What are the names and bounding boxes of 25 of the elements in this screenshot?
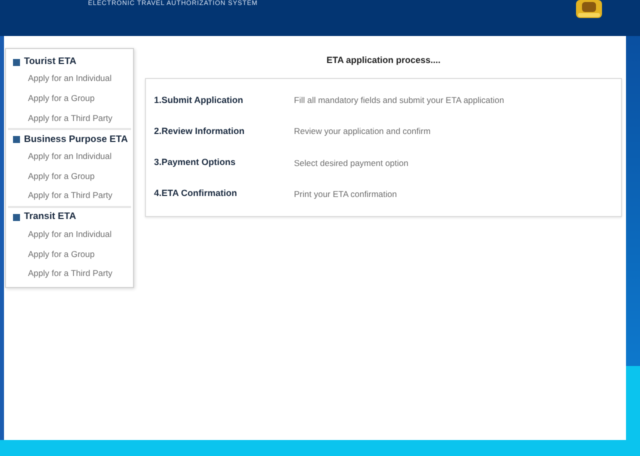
step-title: 1.Submit Application [154,94,244,107]
step-description: Review your application and confirm [294,125,431,138]
sidebar-link[interactable]: Apply for a Third Party [28,112,112,124]
sidebar-link[interactable]: Apply for a Group [28,170,95,183]
sidebar-link[interactable]: Apply for a Group [28,248,95,260]
sidebar-link[interactable]: Apply for a Third Party [28,267,112,280]
step-title: 2.Review Information [154,125,246,138]
sidebar-link[interactable]: Apply for an Individual [28,228,112,241]
sidebar-link[interactable]: Apply for an Individual [28,72,112,86]
square-bullet-icon [13,214,20,222]
emblem-icon [574,0,604,20]
step-description: Select desired payment option [294,156,408,170]
square-bullet-icon [13,58,20,66]
section-title: Transit ETA [24,210,76,224]
sidebar-link[interactable]: Apply for an Individual [28,150,112,163]
step-description: Fill all mandatory fields and submit your ETA application [294,94,504,107]
square-bullet-icon [13,136,20,144]
section-title: Business Purpose ETA [24,132,128,147]
process-title: ETA application process.... [326,54,441,67]
step-description: Print your ETA confirmation [294,188,397,201]
section-title: Tourist ETA [24,54,76,69]
sidebar-link[interactable]: Apply for a Group [28,92,95,105]
sidebar-link[interactable]: Apply for a Third Party [28,189,112,202]
step-title: 3.Payment Options [154,156,237,170]
step-title: 4.ETA Confirmation [154,187,238,200]
